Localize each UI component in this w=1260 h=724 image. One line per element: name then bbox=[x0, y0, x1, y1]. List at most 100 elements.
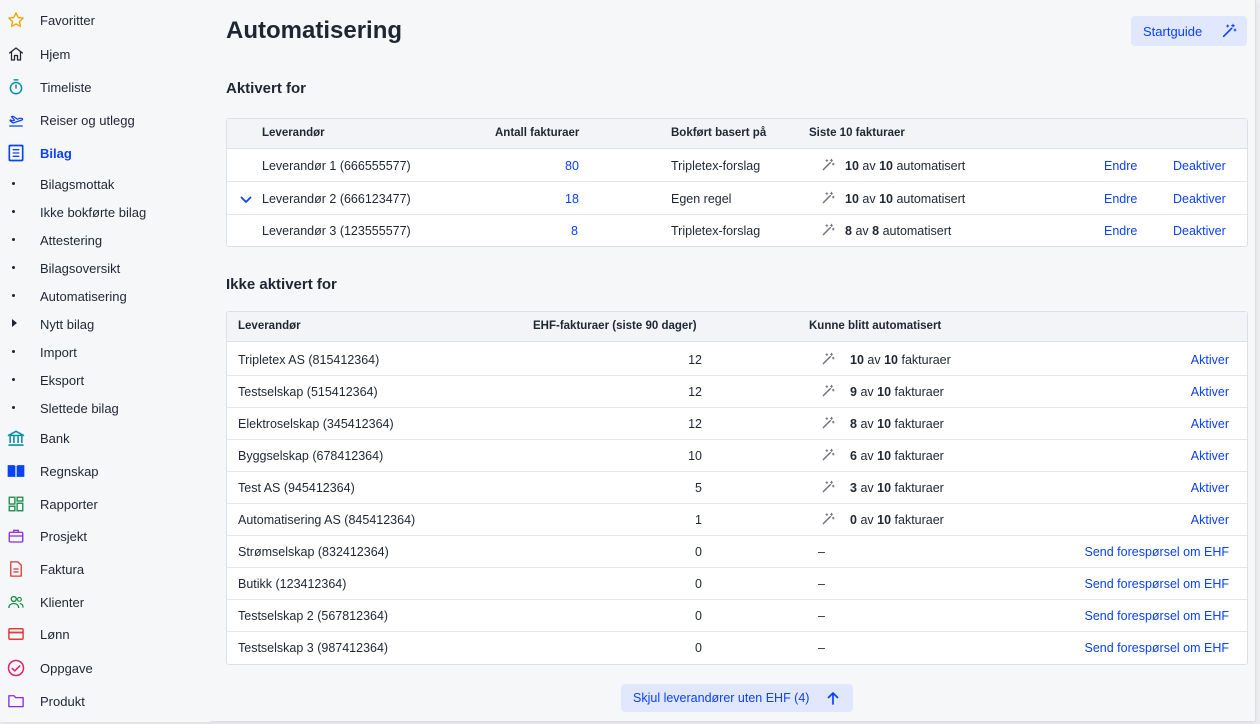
sidebar-subitem-bilagsmottak[interactable]: Bilagsmottak bbox=[0, 170, 210, 198]
supplier-name: Elektroselskap (345412364) bbox=[238, 417, 394, 431]
sidebar-item-regnskap[interactable]: Regnskap bbox=[0, 457, 210, 485]
sidebar-item-label: Oppgave bbox=[40, 660, 93, 676]
bank-icon bbox=[4, 426, 28, 450]
automation-potential: 0 av 10 fakturaer bbox=[850, 513, 944, 527]
auto-count: 10 bbox=[850, 353, 864, 367]
active-section-title: Aktivert for bbox=[226, 80, 307, 97]
sidebar-item-timeliste[interactable]: Timeliste bbox=[0, 73, 210, 101]
auto-total: 8 bbox=[872, 224, 880, 238]
deactivate-link[interactable]: Deaktiver bbox=[1173, 224, 1226, 238]
sidebar-item-bilag[interactable]: Bilag bbox=[0, 139, 210, 167]
auto-count: 10 bbox=[845, 192, 859, 206]
auto-suffix: fakturaer bbox=[894, 417, 944, 431]
sidebar-subitem-ikke-bokforte[interactable]: Ikke bokførte bilag bbox=[0, 198, 210, 226]
auto-count: 0 bbox=[850, 513, 857, 527]
auto-of: av bbox=[860, 417, 874, 431]
activate-link[interactable]: Aktiver bbox=[1191, 385, 1229, 399]
activate-link[interactable]: Aktiver bbox=[1191, 481, 1229, 495]
magic-wand-icon bbox=[821, 448, 835, 465]
sidebar-item-label: Produkt bbox=[40, 693, 85, 709]
bullet-icon bbox=[12, 210, 15, 213]
edit-link[interactable]: Endre bbox=[1104, 159, 1137, 173]
ehf-count: 0 bbox=[695, 545, 702, 559]
sidebar-item-rapporter[interactable]: Rapporter bbox=[0, 490, 210, 518]
sidebar-subitem-nytt-bilag[interactable]: Nytt bilag bbox=[0, 310, 210, 338]
hide-suppliers-without-ehf-button[interactable]: Skjul leverandører uten EHF (4) bbox=[621, 684, 853, 712]
invoice-icon bbox=[4, 557, 28, 581]
sidebar-item-favoritter[interactable]: Favoritter bbox=[0, 6, 210, 34]
inactive-section-title: Ikke aktivert for bbox=[226, 276, 337, 293]
auto-count: 10 bbox=[845, 159, 859, 173]
ehf-count: 12 bbox=[688, 417, 702, 431]
expand-arrow-icon[interactable] bbox=[12, 319, 17, 327]
star-icon bbox=[4, 8, 28, 32]
supplier-name: Butikk (123412364) bbox=[238, 577, 347, 591]
sidebar-subitem-attestering[interactable]: Attestering bbox=[0, 226, 210, 254]
request-ehf-link[interactable]: Send forespørsel om EHF bbox=[1085, 641, 1230, 655]
sidebar-subitem-import[interactable]: Import bbox=[0, 338, 210, 366]
edit-link[interactable]: Endre bbox=[1104, 192, 1137, 206]
auto-total: 10 bbox=[877, 417, 892, 431]
request-ehf-link[interactable]: Send forespørsel om EHF bbox=[1085, 609, 1230, 623]
invoice-count-link[interactable]: 8 bbox=[571, 224, 578, 238]
bullet-icon bbox=[12, 350, 15, 353]
sidebar-item-bank[interactable]: Bank bbox=[0, 424, 210, 452]
request-ehf-link[interactable]: Send forespørsel om EHF bbox=[1085, 545, 1230, 559]
sidebar-item-klienter[interactable]: Klienter bbox=[0, 588, 210, 616]
table-row: Leverandør 2 (666123477) 18 Egen regel 1… bbox=[227, 183, 1247, 215]
invoice-count-link[interactable]: 80 bbox=[565, 159, 579, 173]
startguide-button[interactable]: Startguide bbox=[1131, 16, 1247, 46]
activate-link[interactable]: Aktiver bbox=[1191, 449, 1229, 463]
briefcase-icon bbox=[4, 524, 28, 548]
booking-basis: Tripletex-forslag bbox=[671, 224, 761, 238]
users-icon bbox=[4, 590, 28, 614]
sidebar-item-produkt[interactable]: Produkt bbox=[0, 687, 210, 715]
table-row: Leverandør 1 (666555577) 80 Tripletex-fo… bbox=[227, 150, 1247, 182]
sidebar-item-label: Prosjekt bbox=[40, 528, 87, 544]
auto-of: av bbox=[860, 385, 874, 399]
invoice-count-link[interactable]: 18 bbox=[565, 192, 579, 206]
ehf-count: 10 bbox=[688, 449, 702, 463]
activate-link[interactable]: Aktiver bbox=[1191, 417, 1229, 431]
deactivate-link[interactable]: Deaktiver bbox=[1173, 159, 1226, 173]
activate-link[interactable]: Aktiver bbox=[1191, 353, 1229, 367]
activate-link[interactable]: Aktiver bbox=[1191, 513, 1229, 527]
stopwatch-icon bbox=[4, 75, 28, 99]
auto-total: 10 bbox=[879, 159, 893, 173]
auto-total: 10 bbox=[884, 353, 898, 367]
no-automation-dash: – bbox=[818, 545, 825, 559]
automation-status: 10 av 10 automatisert bbox=[845, 159, 965, 173]
auto-suffix: fakturaer bbox=[894, 513, 944, 527]
sidebar-item-label: Klienter bbox=[40, 594, 85, 610]
sidebar-item-hjem[interactable]: Hjem bbox=[0, 40, 210, 68]
supplier-name: Test AS (945412364) bbox=[238, 481, 355, 495]
edit-link[interactable]: Endre bbox=[1104, 224, 1137, 238]
ehf-count: 0 bbox=[695, 609, 702, 623]
sidebar-subitem-bilagsoversikt[interactable]: Bilagsoversikt bbox=[0, 254, 210, 282]
auto-count: 8 bbox=[845, 224, 852, 238]
magic-wand-icon bbox=[821, 191, 835, 208]
deactivate-link[interactable]: Deaktiver bbox=[1173, 192, 1226, 206]
auto-suffix: fakturaer bbox=[894, 481, 944, 495]
magic-wand-icon bbox=[821, 480, 835, 497]
chevron-down-icon[interactable] bbox=[240, 193, 252, 208]
sidebar-item-label: Rapporter bbox=[40, 496, 98, 512]
sidebar-item-prosjekt[interactable]: Prosjekt bbox=[0, 522, 210, 550]
bullet-icon bbox=[12, 182, 15, 185]
automation-potential: 6 av 10 fakturaer bbox=[850, 449, 944, 463]
sidebar-subitem-automatisering[interactable]: Automatisering bbox=[0, 282, 210, 310]
magic-wand-icon bbox=[821, 384, 835, 401]
auto-total: 10 bbox=[879, 192, 893, 206]
sidebar-item-faktura[interactable]: Faktura bbox=[0, 555, 210, 583]
sidebar-subitem-slettede[interactable]: Slettede bilag bbox=[0, 394, 210, 422]
auto-of: av bbox=[862, 192, 876, 206]
table-row: Testselskap 3 (987412364) 0 – Send forespør… bbox=[227, 632, 1247, 664]
sidebar-item-oppgave[interactable]: Oppgave bbox=[0, 654, 210, 682]
request-ehf-link[interactable]: Send forespørsel om EHF bbox=[1085, 577, 1230, 591]
sidebar-item-reiser[interactable]: Reiser og utlegg bbox=[0, 106, 210, 134]
main-content: Automatisering Startguide Aktivert for L… bbox=[210, 0, 1256, 722]
table-row: Tripletex AS (815412364) 12 10 av 10 faktu… bbox=[227, 344, 1247, 376]
page-title: Automatisering bbox=[226, 17, 403, 44]
sidebar-item-lonn[interactable]: Lønn bbox=[0, 620, 210, 648]
sidebar-subitem-eksport[interactable]: Eksport bbox=[0, 366, 210, 394]
